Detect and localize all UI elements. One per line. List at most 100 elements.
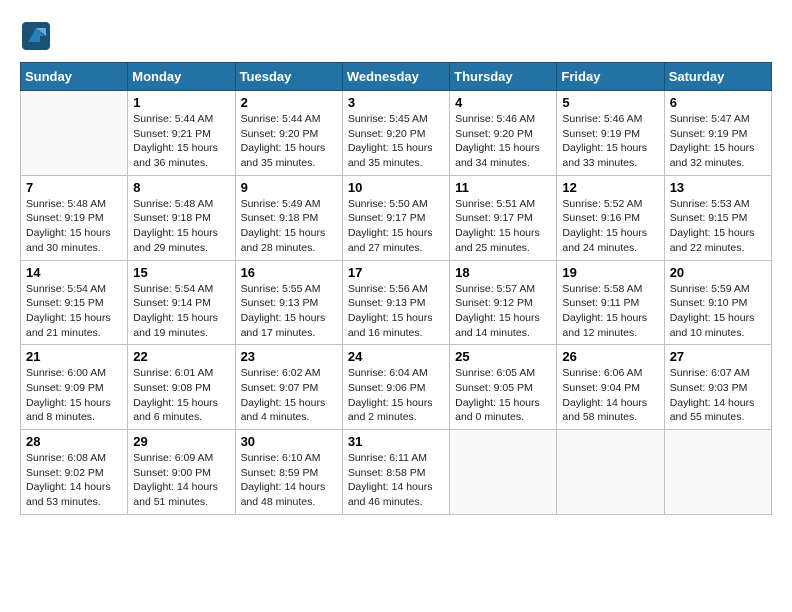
calendar-cell: 11 Sunrise: 5:51 AM Sunset: 9:17 PM Dayli… — [450, 175, 557, 260]
calendar-cell: 10 Sunrise: 5:50 AM Sunset: 9:17 PM Dayli… — [342, 175, 449, 260]
calendar-cell: 1 Sunrise: 5:44 AM Sunset: 9:21 PM Daylig… — [128, 91, 235, 176]
day-number: 26 — [562, 349, 658, 364]
logo-icon — [20, 20, 52, 52]
col-header-sunday: Sunday — [21, 63, 128, 91]
calendar-cell: 5Sunrise: 5:46 AM Sunset: 9:19 PM Daylig… — [557, 91, 664, 176]
day-info: Sunrise: 6:04 AM Sunset: 9:06 PM Dayligh… — [348, 366, 444, 425]
day-info: Sunrise: 5:47 AM Sunset: 9:19 PM Dayligh… — [670, 112, 766, 171]
day-info: Sunrise: 5:50 AM Sunset: 9:17 PM Dayligh… — [348, 197, 444, 256]
day-info: Sunrise: 5:54 AM Sunset: 9:14 PM Dayligh… — [133, 282, 229, 341]
calendar-cell: 14 Sunrise: 5:54 AM Sunset: 9:15 PM Dayli… — [21, 260, 128, 345]
day-number: 17 — [348, 265, 444, 280]
day-number: 31 — [348, 434, 444, 449]
day-number: 5 — [562, 95, 658, 110]
week-row-5: 28Sunrise: 6:08 AM Sunset: 9:02 PM Dayli… — [21, 430, 772, 515]
col-header-saturday: Saturday — [664, 63, 771, 91]
calendar-cell: 21 Sunrise: 6:00 AM Sunset: 9:09 PM Dayli… — [21, 345, 128, 430]
day-info: Sunrise: 5:46 AM Sunset: 9:20 PM Dayligh… — [455, 112, 551, 171]
calendar-cell — [21, 91, 128, 176]
day-number: 24 — [348, 349, 444, 364]
day-info: Sunrise: 6:07 AM Sunset: 9:03 PM Dayligh… — [670, 366, 766, 425]
calendar-cell: 9Sunrise: 5:49 AM Sunset: 9:18 PM Daylig… — [235, 175, 342, 260]
week-row-2: 7 Sunrise: 5:48 AM Sunset: 9:19 PM Daylig… — [21, 175, 772, 260]
page-header — [20, 20, 772, 52]
day-info: Sunrise: 5:59 AM Sunset: 9:10 PM Dayligh… — [670, 282, 766, 341]
day-number: 22 — [133, 349, 229, 364]
day-number: 15 — [133, 265, 229, 280]
day-number: 1 — [133, 95, 229, 110]
day-number: 29 — [133, 434, 229, 449]
calendar-cell: 6 Sunrise: 5:47 AM Sunset: 9:19 PM Daylig… — [664, 91, 771, 176]
calendar-cell: 7 Sunrise: 5:48 AM Sunset: 9:19 PM Daylig… — [21, 175, 128, 260]
day-info: Sunrise: 5:58 AM Sunset: 9:11 PM Dayligh… — [562, 282, 658, 341]
calendar-cell: 29 Sunrise: 6:09 AM Sunset: 9:00 PM Dayli… — [128, 430, 235, 515]
calendar-cell: 23 Sunrise: 6:02 AM Sunset: 9:07 PM Dayli… — [235, 345, 342, 430]
col-header-friday: Friday — [557, 63, 664, 91]
week-row-4: 21 Sunrise: 6:00 AM Sunset: 9:09 PM Dayli… — [21, 345, 772, 430]
day-info: Sunrise: 5:56 AM Sunset: 9:13 PM Dayligh… — [348, 282, 444, 341]
day-number: 2 — [241, 95, 337, 110]
day-info: Sunrise: 6:01 AM Sunset: 9:08 PM Dayligh… — [133, 366, 229, 425]
week-row-3: 14 Sunrise: 5:54 AM Sunset: 9:15 PM Dayli… — [21, 260, 772, 345]
calendar-cell — [450, 430, 557, 515]
calendar-cell: 27 Sunrise: 6:07 AM Sunset: 9:03 PM Dayli… — [664, 345, 771, 430]
calendar-cell: 25 Sunrise: 6:05 AM Sunset: 9:05 PM Dayli… — [450, 345, 557, 430]
day-info: Sunrise: 6:11 AM Sunset: 8:58 PM Dayligh… — [348, 451, 444, 510]
day-number: 8 — [133, 180, 229, 195]
day-info: Sunrise: 6:09 AM Sunset: 9:00 PM Dayligh… — [133, 451, 229, 510]
calendar-cell: 19 Sunrise: 5:58 AM Sunset: 9:11 PM Dayli… — [557, 260, 664, 345]
day-number: 19 — [562, 265, 658, 280]
day-number: 14 — [26, 265, 122, 280]
day-info: Sunrise: 5:48 AM Sunset: 9:18 PM Dayligh… — [133, 197, 229, 256]
day-number: 12 — [562, 180, 658, 195]
day-info: Sunrise: 5:54 AM Sunset: 9:15 PM Dayligh… — [26, 282, 122, 341]
day-info: Sunrise: 5:44 AM Sunset: 9:21 PM Dayligh… — [133, 112, 229, 171]
day-number: 10 — [348, 180, 444, 195]
day-info: Sunrise: 5:49 AM Sunset: 9:18 PM Dayligh… — [241, 197, 337, 256]
logo — [20, 20, 56, 52]
day-number: 16 — [241, 265, 337, 280]
day-info: Sunrise: 5:45 AM Sunset: 9:20 PM Dayligh… — [348, 112, 444, 171]
day-number: 13 — [670, 180, 766, 195]
day-number: 21 — [26, 349, 122, 364]
calendar-cell: 3 Sunrise: 5:45 AM Sunset: 9:20 PM Daylig… — [342, 91, 449, 176]
calendar-header-row: SundayMondayTuesdayWednesdayThursdayFrid… — [21, 63, 772, 91]
day-number: 23 — [241, 349, 337, 364]
col-header-monday: Monday — [128, 63, 235, 91]
day-info: Sunrise: 5:53 AM Sunset: 9:15 PM Dayligh… — [670, 197, 766, 256]
week-row-1: 1 Sunrise: 5:44 AM Sunset: 9:21 PM Daylig… — [21, 91, 772, 176]
day-info: Sunrise: 5:48 AM Sunset: 9:19 PM Dayligh… — [26, 197, 122, 256]
col-header-tuesday: Tuesday — [235, 63, 342, 91]
day-number: 28 — [26, 434, 122, 449]
day-info: Sunrise: 5:51 AM Sunset: 9:17 PM Dayligh… — [455, 197, 551, 256]
col-header-thursday: Thursday — [450, 63, 557, 91]
day-number: 3 — [348, 95, 444, 110]
day-info: Sunrise: 6:10 AM Sunset: 8:59 PM Dayligh… — [241, 451, 337, 510]
day-info: Sunrise: 5:44 AM Sunset: 9:20 PM Dayligh… — [241, 112, 337, 171]
day-number: 25 — [455, 349, 551, 364]
calendar-cell: 12 Sunrise: 5:52 AM Sunset: 9:16 PM Dayli… — [557, 175, 664, 260]
day-number: 11 — [455, 180, 551, 195]
day-info: Sunrise: 6:05 AM Sunset: 9:05 PM Dayligh… — [455, 366, 551, 425]
day-info: Sunrise: 5:52 AM Sunset: 9:16 PM Dayligh… — [562, 197, 658, 256]
calendar-cell: 18Sunrise: 5:57 AM Sunset: 9:12 PM Dayli… — [450, 260, 557, 345]
calendar-cell: 31 Sunrise: 6:11 AM Sunset: 8:58 PM Dayli… — [342, 430, 449, 515]
calendar-cell: 17 Sunrise: 5:56 AM Sunset: 9:13 PM Dayli… — [342, 260, 449, 345]
calendar-table: SundayMondayTuesdayWednesdayThursdayFrid… — [20, 62, 772, 515]
calendar-cell: 20 Sunrise: 5:59 AM Sunset: 9:10 PM Dayli… — [664, 260, 771, 345]
day-info: Sunrise: 6:00 AM Sunset: 9:09 PM Dayligh… — [26, 366, 122, 425]
calendar-cell — [557, 430, 664, 515]
calendar-cell: 28Sunrise: 6:08 AM Sunset: 9:02 PM Dayli… — [21, 430, 128, 515]
calendar-cell: 16 Sunrise: 5:55 AM Sunset: 9:13 PM Dayli… — [235, 260, 342, 345]
day-info: Sunrise: 6:02 AM Sunset: 9:07 PM Dayligh… — [241, 366, 337, 425]
col-header-wednesday: Wednesday — [342, 63, 449, 91]
calendar-cell: 4Sunrise: 5:46 AM Sunset: 9:20 PM Daylig… — [450, 91, 557, 176]
calendar-cell — [664, 430, 771, 515]
day-number: 7 — [26, 180, 122, 195]
calendar-cell: 13 Sunrise: 5:53 AM Sunset: 9:15 PM Dayli… — [664, 175, 771, 260]
day-info: Sunrise: 5:55 AM Sunset: 9:13 PM Dayligh… — [241, 282, 337, 341]
day-number: 20 — [670, 265, 766, 280]
calendar-cell: 2 Sunrise: 5:44 AM Sunset: 9:20 PM Daylig… — [235, 91, 342, 176]
day-number: 27 — [670, 349, 766, 364]
day-number: 6 — [670, 95, 766, 110]
